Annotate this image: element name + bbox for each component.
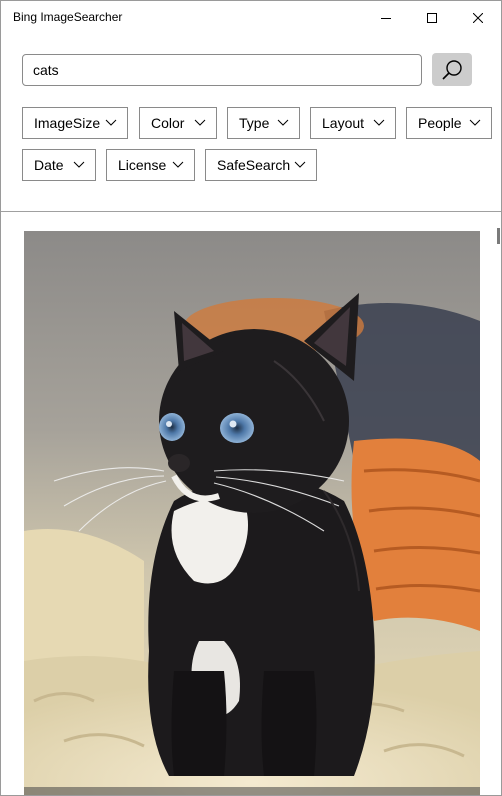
- maximize-button[interactable]: [409, 1, 455, 35]
- scrollbar-thumb[interactable]: [497, 228, 500, 244]
- filter-label: Color: [151, 115, 185, 131]
- minimize-icon: [381, 18, 391, 19]
- image-caption: [24, 787, 480, 795]
- filter-label: SafeSearch: [217, 157, 291, 173]
- close-icon: [473, 13, 483, 23]
- chevron-down-icon: [469, 119, 481, 126]
- search-input[interactable]: [23, 55, 421, 85]
- filter-label: Date: [34, 157, 64, 173]
- results-pane[interactable]: [1, 212, 501, 795]
- chevron-down-icon: [73, 161, 85, 168]
- filter-type-dropdown[interactable]: Type: [227, 107, 300, 139]
- search-button[interactable]: [432, 53, 472, 86]
- result-image[interactable]: [24, 231, 480, 795]
- app-window: Bing ImageSearcher ImageSize Color Type …: [0, 0, 502, 796]
- search-box[interactable]: [22, 54, 422, 86]
- chevron-down-icon: [294, 161, 306, 168]
- window-title: Bing ImageSearcher: [13, 10, 123, 24]
- filter-safesearch-dropdown[interactable]: SafeSearch: [205, 149, 317, 181]
- chevron-down-icon: [105, 119, 117, 126]
- chevron-down-icon: [277, 119, 289, 126]
- chevron-down-icon: [194, 119, 206, 126]
- kitten-image: [24, 231, 480, 795]
- filter-color-dropdown[interactable]: Color: [139, 107, 217, 139]
- filter-label: People: [418, 115, 462, 131]
- title-bar: Bing ImageSearcher: [1, 1, 501, 35]
- filter-people-dropdown[interactable]: People: [406, 107, 492, 139]
- filter-label: Type: [239, 115, 270, 131]
- filter-layout-dropdown[interactable]: Layout: [310, 107, 396, 139]
- chevron-down-icon: [373, 119, 385, 126]
- maximize-icon: [427, 13, 437, 23]
- search-icon: [442, 59, 462, 80]
- filter-date-dropdown[interactable]: Date: [22, 149, 96, 181]
- filter-imagesize-dropdown[interactable]: ImageSize: [22, 107, 128, 139]
- filter-label: License: [118, 157, 167, 173]
- minimize-button[interactable]: [363, 1, 409, 35]
- filter-label: ImageSize: [34, 115, 101, 131]
- filter-license-dropdown[interactable]: License: [106, 149, 195, 181]
- close-button[interactable]: [455, 1, 501, 35]
- chevron-down-icon: [172, 161, 184, 168]
- filter-label: Layout: [322, 115, 365, 131]
